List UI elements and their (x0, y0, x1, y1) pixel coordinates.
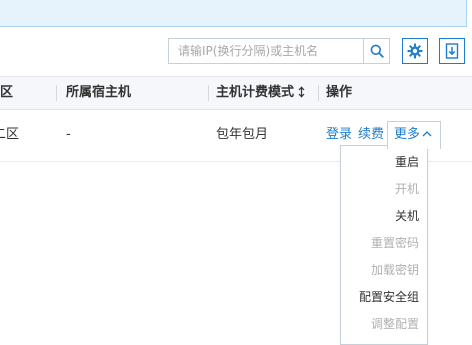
column-divider (56, 85, 57, 101)
search-button[interactable] (363, 39, 389, 63)
search-icon (370, 44, 384, 58)
info-banner (0, 0, 467, 27)
menu-item: 重置密码 (370, 236, 419, 250)
cell-host: - (66, 127, 71, 142)
column-divider (208, 85, 209, 101)
column-divider (318, 85, 319, 101)
download-icon (445, 43, 459, 59)
menu-item[interactable]: 重启 (341, 149, 427, 176)
menu-item: 调整配置 (370, 317, 419, 331)
column-header-host: 所属宿主机 (66, 85, 132, 100)
column-header-zone: 区 (0, 85, 14, 100)
download-button[interactable] (439, 38, 465, 64)
menu-item: 加载密钥 (370, 263, 419, 277)
chevron-up-icon (422, 131, 432, 137)
column-header-billing-label: 主机计费模式 (216, 85, 295, 100)
toolbar (0, 38, 472, 66)
column-header-billing[interactable]: 主机计费模式 (216, 77, 305, 109)
menu-item[interactable]: 配置安全组 (341, 284, 427, 311)
sort-icon[interactable] (298, 85, 305, 98)
more-actions-label: 更多 (394, 127, 421, 142)
search-box (168, 38, 390, 64)
table-header: 区 所属宿主机 主机计费模式 操作 (0, 76, 472, 110)
gear-icon (407, 43, 423, 59)
menu-item[interactable]: 关机 (341, 203, 427, 230)
more-actions-button[interactable]: 更多 (387, 121, 441, 149)
more-actions-menu: 重启开机关机重置密码加载密钥配置安全组调整配置 (340, 145, 428, 345)
settings-button[interactable] (402, 38, 428, 64)
search-input[interactable] (169, 39, 363, 63)
menu-item: 开机 (394, 182, 419, 196)
cell-billing: 包年包月 (216, 127, 269, 142)
cell-zone: 二区 (0, 127, 20, 142)
column-header-actions: 操作 (326, 85, 353, 100)
